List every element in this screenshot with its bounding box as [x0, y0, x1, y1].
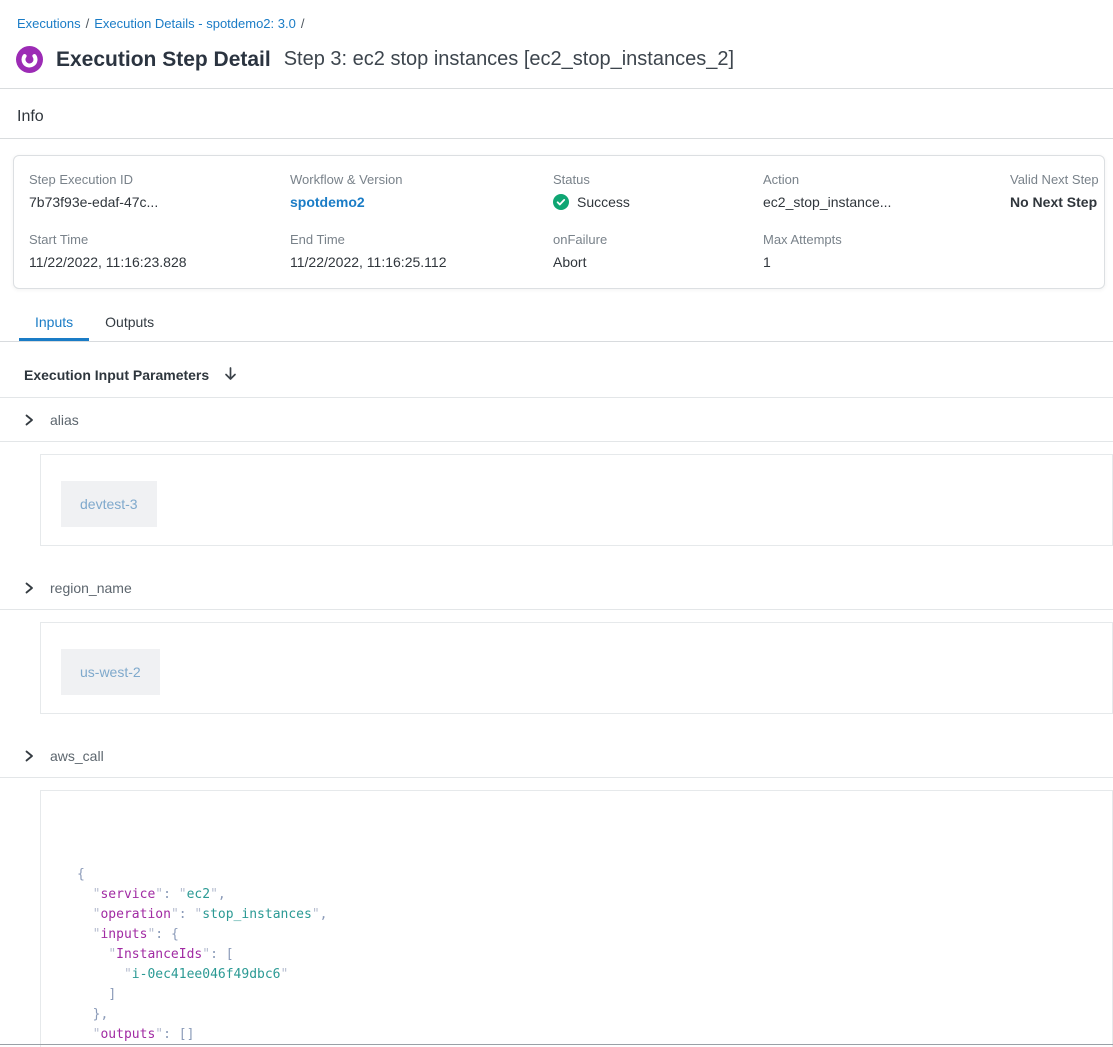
field-label: Max Attempts: [763, 232, 1010, 247]
info-card: Step Execution ID 7b73f93e-edaf-47c... W…: [13, 155, 1105, 289]
field-label: Action: [763, 172, 1010, 187]
tabs-bar: Inputs Outputs: [0, 305, 1113, 342]
field-start-time: Start Time 11/22/2022, 11:16:23.828: [29, 232, 290, 270]
download-icon[interactable]: [223, 366, 238, 383]
breadcrumb: Executions / Execution Details - spotdemo2…: [0, 0, 1113, 31]
chevron-right-icon: [23, 581, 35, 595]
params-title: Execution Input Parameters: [24, 367, 209, 383]
section-panel-region-name: us-west-2: [40, 622, 1113, 714]
section-name-region-name: region_name: [50, 580, 132, 596]
field-value: 1: [763, 254, 1010, 270]
chevron-right-icon: [23, 413, 35, 427]
aws-call-json-code: { "service": "ec2", "operation": "stop_i…: [77, 865, 1092, 1047]
field-valid-next-step: Valid Next Step No Next Step: [1010, 172, 1099, 210]
section-panel-alias: devtest-3: [40, 454, 1113, 546]
field-value: Abort: [553, 254, 763, 270]
info-section-title: Info: [0, 89, 1113, 138]
field-value: 11/22/2022, 11:16:23.828: [29, 254, 290, 270]
field-value: 11/22/2022, 11:16:25.112: [290, 254, 553, 270]
tab-inputs[interactable]: Inputs: [19, 305, 89, 341]
section-header-alias[interactable]: alias: [0, 398, 1113, 442]
field-status: Status Success: [553, 172, 763, 210]
workflow-app-icon: [16, 46, 43, 73]
page-title: Execution Step Detail: [56, 48, 271, 72]
tab-outputs[interactable]: Outputs: [89, 305, 170, 341]
field-label: Valid Next Step: [1010, 172, 1099, 187]
section-header-aws-call[interactable]: aws_call: [0, 734, 1113, 778]
breadcrumb-separator: /: [86, 16, 90, 31]
params-header: Execution Input Parameters: [0, 342, 1113, 398]
page-subtitle: Step 3: ec2 stop instances [ec2_stop_ins…: [284, 48, 734, 71]
chevron-right-icon: [23, 749, 35, 763]
field-value: 7b73f93e-edaf-47c...: [29, 194, 290, 210]
breadcrumb-link-execution-details[interactable]: Execution Details - spotdemo2: 3.0: [94, 16, 296, 31]
field-value: ec2_stop_instance...: [763, 194, 1010, 210]
field-label: Workflow & Version: [290, 172, 553, 187]
param-chip-alias: devtest-3: [61, 481, 157, 527]
param-chip-region-name: us-west-2: [61, 649, 160, 695]
field-label: Status: [553, 172, 763, 187]
section-header-region-name[interactable]: region_name: [0, 566, 1113, 610]
page-header: Execution Step Detail Step 3: ec2 stop i…: [16, 46, 1113, 88]
field-label: Start Time: [29, 232, 290, 247]
field-max-attempts: Max Attempts 1: [763, 232, 1010, 270]
success-check-icon: [553, 194, 569, 210]
section-panel-aws-call: { "service": "ec2", "operation": "stop_i…: [40, 790, 1113, 1047]
field-value: No Next Step: [1010, 194, 1099, 210]
workflow-version-link[interactable]: spotdemo2: [290, 194, 553, 210]
field-end-time: End Time 11/22/2022, 11:16:25.112: [290, 232, 553, 270]
section-name-alias: alias: [50, 412, 79, 428]
field-label: Step Execution ID: [29, 172, 290, 187]
field-workflow-version: Workflow & Version spotdemo2: [290, 172, 553, 210]
field-label: End Time: [290, 232, 553, 247]
section-name-aws-call: aws_call: [50, 748, 104, 764]
field-label: onFailure: [553, 232, 763, 247]
breadcrumb-separator: /: [301, 16, 305, 31]
breadcrumb-link-executions[interactable]: Executions: [17, 16, 81, 31]
bottom-divider: [0, 1044, 1113, 1045]
field-action: Action ec2_stop_instance...: [763, 172, 1010, 210]
field-onfailure: onFailure Abort: [553, 232, 763, 270]
status-text: Success: [577, 194, 630, 210]
field-step-execution-id: Step Execution ID 7b73f93e-edaf-47c...: [29, 172, 290, 210]
divider-info: [0, 138, 1113, 139]
